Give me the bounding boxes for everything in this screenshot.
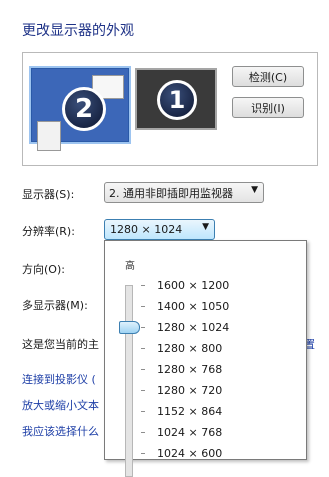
high-label: 高 xyxy=(125,261,135,272)
resolution-option[interactable]: 1280 × 800 xyxy=(157,342,222,355)
chevron-down-icon: ▼ xyxy=(251,185,258,195)
resolution-option[interactable]: 1280 × 768 xyxy=(157,363,222,376)
resolution-slider-thumb[interactable] xyxy=(119,321,140,334)
resolution-select[interactable]: 1280 × 1024 ▼ xyxy=(104,219,215,240)
chevron-down-icon: ▼ xyxy=(202,222,209,232)
resolution-slider-track[interactable] xyxy=(125,285,133,477)
orientation-label: 方向(O): xyxy=(22,263,65,276)
text-size-link[interactable]: 放大或缩小文本 xyxy=(22,397,99,413)
monitor-number-badge: 1 xyxy=(157,80,197,120)
slider-tick xyxy=(141,348,145,349)
monitor-2[interactable]: 2 xyxy=(31,68,129,151)
slider-tick xyxy=(141,285,145,286)
identify-button[interactable]: 识别(I) xyxy=(232,97,304,118)
slider-tick xyxy=(141,411,145,412)
display-select-value: 2. 通用非即插即用监视器 xyxy=(109,186,233,200)
slider-tick xyxy=(141,369,145,370)
detect-button[interactable]: 检测(C) xyxy=(232,66,304,87)
slider-tick xyxy=(141,327,145,328)
window-thumbnail xyxy=(37,121,61,151)
resolution-option[interactable]: 1280 × 1024 xyxy=(157,321,229,334)
info-text: 这是您当前的主 xyxy=(22,338,99,351)
resolution-option[interactable]: 1400 × 1050 xyxy=(157,300,229,313)
resolution-option[interactable]: 1600 × 1200 xyxy=(157,279,229,292)
multi-display-label: 多显示器(M): xyxy=(22,299,88,312)
page-title: 更改显示器的外观 xyxy=(22,23,134,39)
slider-tick xyxy=(141,453,145,454)
monitor-1[interactable]: 1 xyxy=(135,68,217,130)
display-label: 显示器(S): xyxy=(22,188,75,201)
resolution-option[interactable]: 1152 × 864 xyxy=(157,405,222,418)
monitor-number-badge: 2 xyxy=(62,87,106,131)
resolution-option[interactable]: 1024 × 768 xyxy=(157,426,222,439)
resolution-option[interactable]: 1280 × 720 xyxy=(157,384,222,397)
resolution-label: 分辨率(R): xyxy=(22,225,75,238)
help-link[interactable]: 我应该选择什么 xyxy=(22,423,99,439)
projector-link[interactable]: 连接到投影仪 ( xyxy=(22,371,96,387)
slider-tick xyxy=(141,432,145,433)
resolution-option[interactable]: 1024 × 600 xyxy=(157,447,222,460)
display-select[interactable]: 2. 通用非即插即用监视器 ▼ xyxy=(104,182,264,203)
slider-tick xyxy=(141,306,145,307)
resolution-dropdown: 高 1600 × 1200 1400 × 1050 1280 × 1024 12… xyxy=(104,240,307,477)
slider-tick xyxy=(141,390,145,391)
resolution-select-value: 1280 × 1024 xyxy=(110,223,183,236)
